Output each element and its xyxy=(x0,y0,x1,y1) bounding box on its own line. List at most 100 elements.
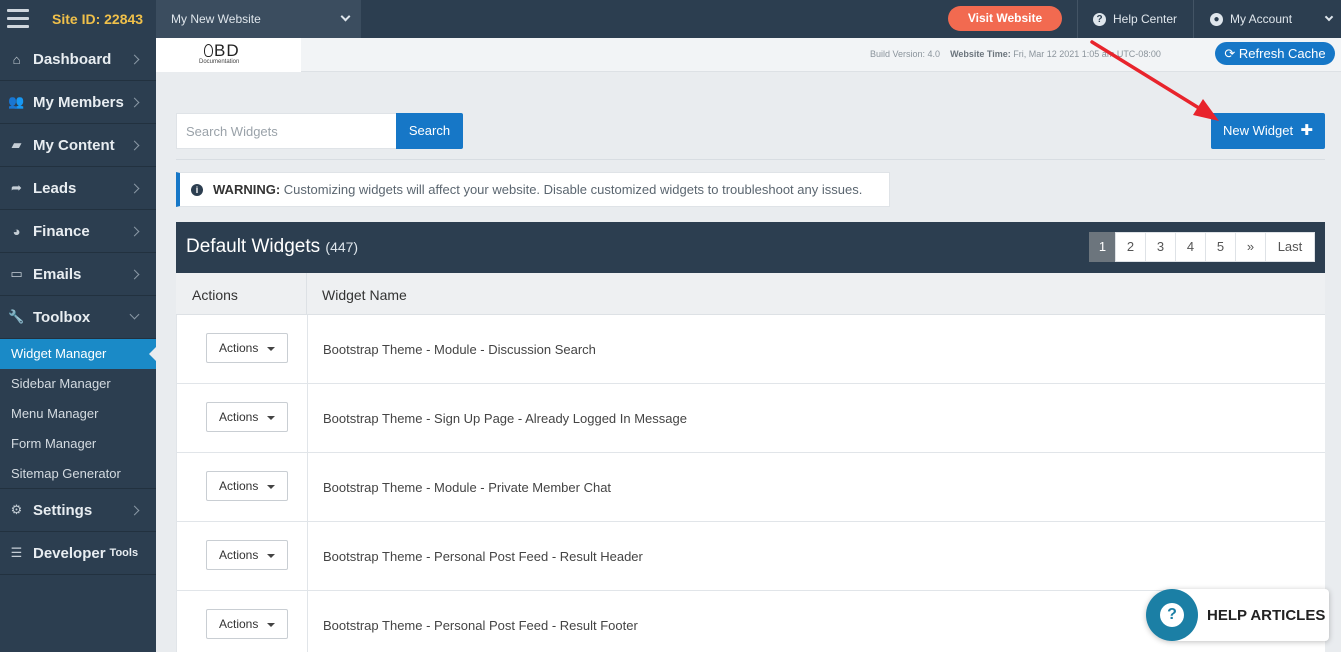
actions-dropdown[interactable]: Actions xyxy=(206,540,288,570)
actions-cell: Actions xyxy=(177,384,308,452)
table-row: Actions Bootstrap Theme - Module - Discu… xyxy=(176,315,1325,384)
actions-dropdown[interactable]: Actions xyxy=(206,471,288,501)
chevron-right-icon xyxy=(129,183,140,194)
page-last[interactable]: Last xyxy=(1265,232,1315,262)
sidebar-item-finance[interactable]: ◕ Finance xyxy=(0,210,156,253)
top-bar: Site ID: 22843 My New Website Visit Webs… xyxy=(0,0,1341,38)
pagination: 1 2 3 4 5 » Last xyxy=(1089,232,1315,262)
sidebar-item-label: Leads xyxy=(33,179,77,197)
help-center-link[interactable]: ? Help Center xyxy=(1093,0,1177,38)
actions-dropdown[interactable]: Actions xyxy=(206,333,288,363)
sidebar-item-my-content[interactable]: ▰ My Content xyxy=(0,124,156,167)
refresh-icon: ⟳ xyxy=(1224,46,1236,61)
warning-text: Customizing widgets will affect your web… xyxy=(280,182,863,197)
my-account-label: My Account xyxy=(1230,12,1293,26)
chevron-right-icon xyxy=(129,269,140,280)
caret-down-icon xyxy=(267,416,275,420)
website-select-value: My New Website xyxy=(171,12,261,26)
sidebar: ⌂ Dashboard 👥 My Members ▰ My Content ➦ … xyxy=(0,38,156,652)
widget-name: Bootstrap Theme - Sign Up Page - Already… xyxy=(323,410,687,426)
sidebar-item-sidebar-manager[interactable]: Sidebar Manager xyxy=(0,369,156,399)
website-select[interactable]: My New Website xyxy=(156,0,361,38)
chevron-right-icon xyxy=(129,54,140,65)
sidebar-item-label: Developer xyxy=(33,544,106,562)
sub-header: BD Documentation Build Version: 4.0 Webs… xyxy=(156,38,1341,72)
table-header: Actions Widget Name xyxy=(176,273,1325,315)
question-icon: ? xyxy=(1093,12,1106,26)
widget-count: (447) xyxy=(325,239,359,255)
refresh-cache-label: Refresh Cache xyxy=(1238,46,1326,61)
share-icon: ➦ xyxy=(11,180,22,195)
sidebar-item-label: Settings xyxy=(33,501,93,519)
sidebar-item-leads[interactable]: ➦ Leads xyxy=(0,167,156,210)
sidebar-item-form-manager[interactable]: Form Manager xyxy=(0,429,156,459)
user-circle-icon: ● xyxy=(1210,12,1223,26)
sidebar-item-menu-manager[interactable]: Menu Manager xyxy=(0,399,156,429)
table-row: Actions Bootstrap Theme - Sign Up Page -… xyxy=(176,384,1325,453)
users-icon: 👥 xyxy=(8,94,25,109)
sidebar-item-label: Toolbox xyxy=(33,308,91,326)
divider xyxy=(1077,0,1078,38)
help-articles-label: HELP ARTICLES xyxy=(1207,607,1326,624)
new-widget-button[interactable]: New Widget ✚ xyxy=(1211,113,1325,149)
actions-cell: Actions xyxy=(177,522,308,590)
page-next[interactable]: » xyxy=(1235,232,1266,262)
search-input[interactable]: Search Widgets xyxy=(176,113,397,149)
page-5[interactable]: 5 xyxy=(1205,232,1236,262)
search-button[interactable]: Search xyxy=(396,113,463,149)
caret-down-icon xyxy=(267,347,275,351)
sidebar-item-label: Emails xyxy=(33,265,82,283)
folder-icon: ▰ xyxy=(11,137,22,152)
actions-label: Actions xyxy=(219,341,259,355)
column-header-widget-name[interactable]: Widget Name xyxy=(307,273,407,314)
logo[interactable]: BD Documentation xyxy=(156,38,301,72)
my-account-link[interactable]: ● My Account xyxy=(1210,0,1292,38)
actions-cell: Actions xyxy=(177,315,308,383)
panel-title-text: Default Widgets xyxy=(186,236,321,257)
help-articles-button[interactable]: ? HELP ARTICLES xyxy=(1146,589,1329,641)
chevron-right-icon xyxy=(129,97,140,108)
chevron-down-icon[interactable] xyxy=(1324,12,1334,22)
page-1[interactable]: 1 xyxy=(1089,232,1116,262)
divider xyxy=(176,159,1325,160)
home-icon: ⌂ xyxy=(12,51,21,67)
chevron-down-icon xyxy=(129,309,140,320)
warning-title: WARNING: xyxy=(213,182,281,197)
sidebar-item-dashboard[interactable]: ⌂ Dashboard xyxy=(0,38,156,81)
page-2[interactable]: 2 xyxy=(1115,232,1146,262)
divider xyxy=(1193,0,1194,38)
sidebar-item-developer-tools[interactable]: ☰ Developer Tools xyxy=(0,532,156,575)
sidebar-item-widget-manager[interactable]: Widget Manager xyxy=(0,339,156,369)
logo-mark: BD xyxy=(204,41,240,61)
caret-down-icon xyxy=(267,554,275,558)
build-info: Build Version: 4.0 Website Time: Fri, Ma… xyxy=(870,49,1161,59)
sidebar-item-sitemap-generator[interactable]: Sitemap Generator xyxy=(0,459,156,489)
visit-website-button[interactable]: Visit Website xyxy=(948,6,1062,31)
build-version: Build Version: 4.0 xyxy=(870,49,941,59)
sidebar-item-settings[interactable]: ⚙ Settings xyxy=(0,489,156,532)
actions-label: Actions xyxy=(219,548,259,562)
caret-down-icon xyxy=(267,485,275,489)
sidebar-item-emails[interactable]: ▭ Emails xyxy=(0,253,156,296)
menu-icon[interactable] xyxy=(7,9,29,29)
logo-text: BD xyxy=(214,41,240,60)
actions-dropdown[interactable]: Actions xyxy=(206,609,288,639)
sidebar-item-toolbox[interactable]: 🔧 Toolbox xyxy=(0,296,156,339)
inbox-icon: ▭ xyxy=(10,266,23,281)
page-4[interactable]: 4 xyxy=(1175,232,1206,262)
actions-dropdown[interactable]: Actions xyxy=(206,402,288,432)
table-row: Actions Bootstrap Theme - Personal Post … xyxy=(176,522,1325,591)
sidebar-item-label: My Content xyxy=(33,136,115,154)
panel-title: Default Widgets (447) xyxy=(186,236,358,258)
widget-name: Bootstrap Theme - Module - Private Membe… xyxy=(323,479,612,495)
page-3[interactable]: 3 xyxy=(1145,232,1176,262)
help-center-label: Help Center xyxy=(1113,12,1178,26)
actions-cell: Actions xyxy=(177,453,308,521)
actions-label: Actions xyxy=(219,410,259,424)
logo-subtitle: Documentation xyxy=(199,59,240,65)
info-icon: i xyxy=(191,184,203,196)
refresh-cache-button[interactable]: ⟳ Refresh Cache xyxy=(1215,42,1335,65)
sidebar-item-my-members[interactable]: 👥 My Members xyxy=(0,81,156,124)
chevron-down-icon xyxy=(340,11,351,22)
wrench-icon: 🔧 xyxy=(8,309,25,324)
